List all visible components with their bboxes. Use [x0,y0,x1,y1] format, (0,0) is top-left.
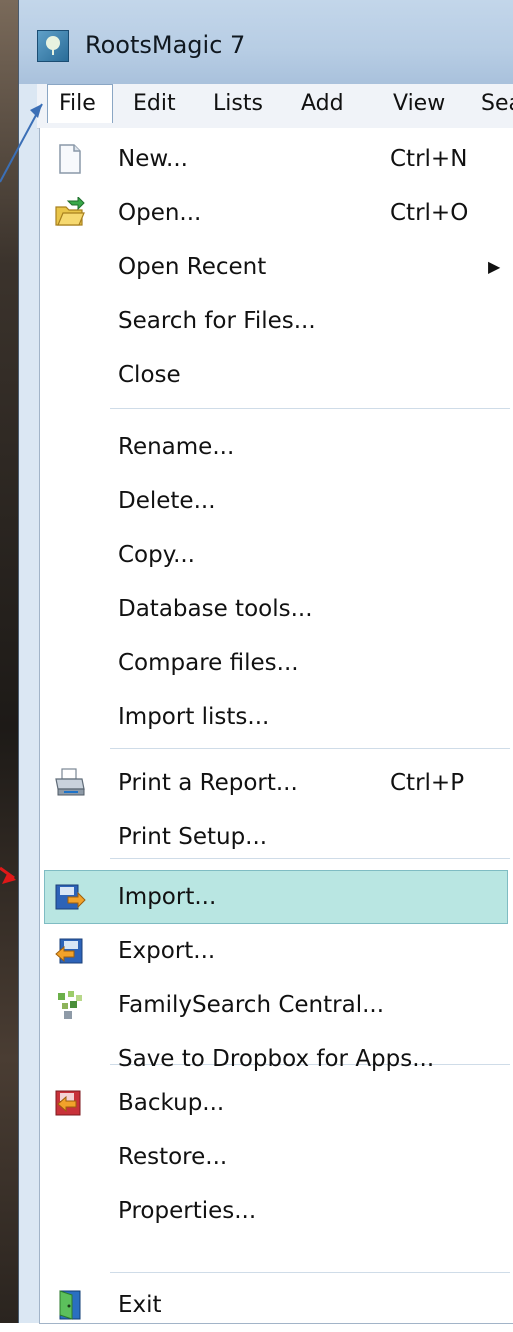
annotation-arrowhead-blue [30,104,42,118]
annotation-overlay [0,103,43,884]
annotation-arrowhead-red [2,872,16,884]
